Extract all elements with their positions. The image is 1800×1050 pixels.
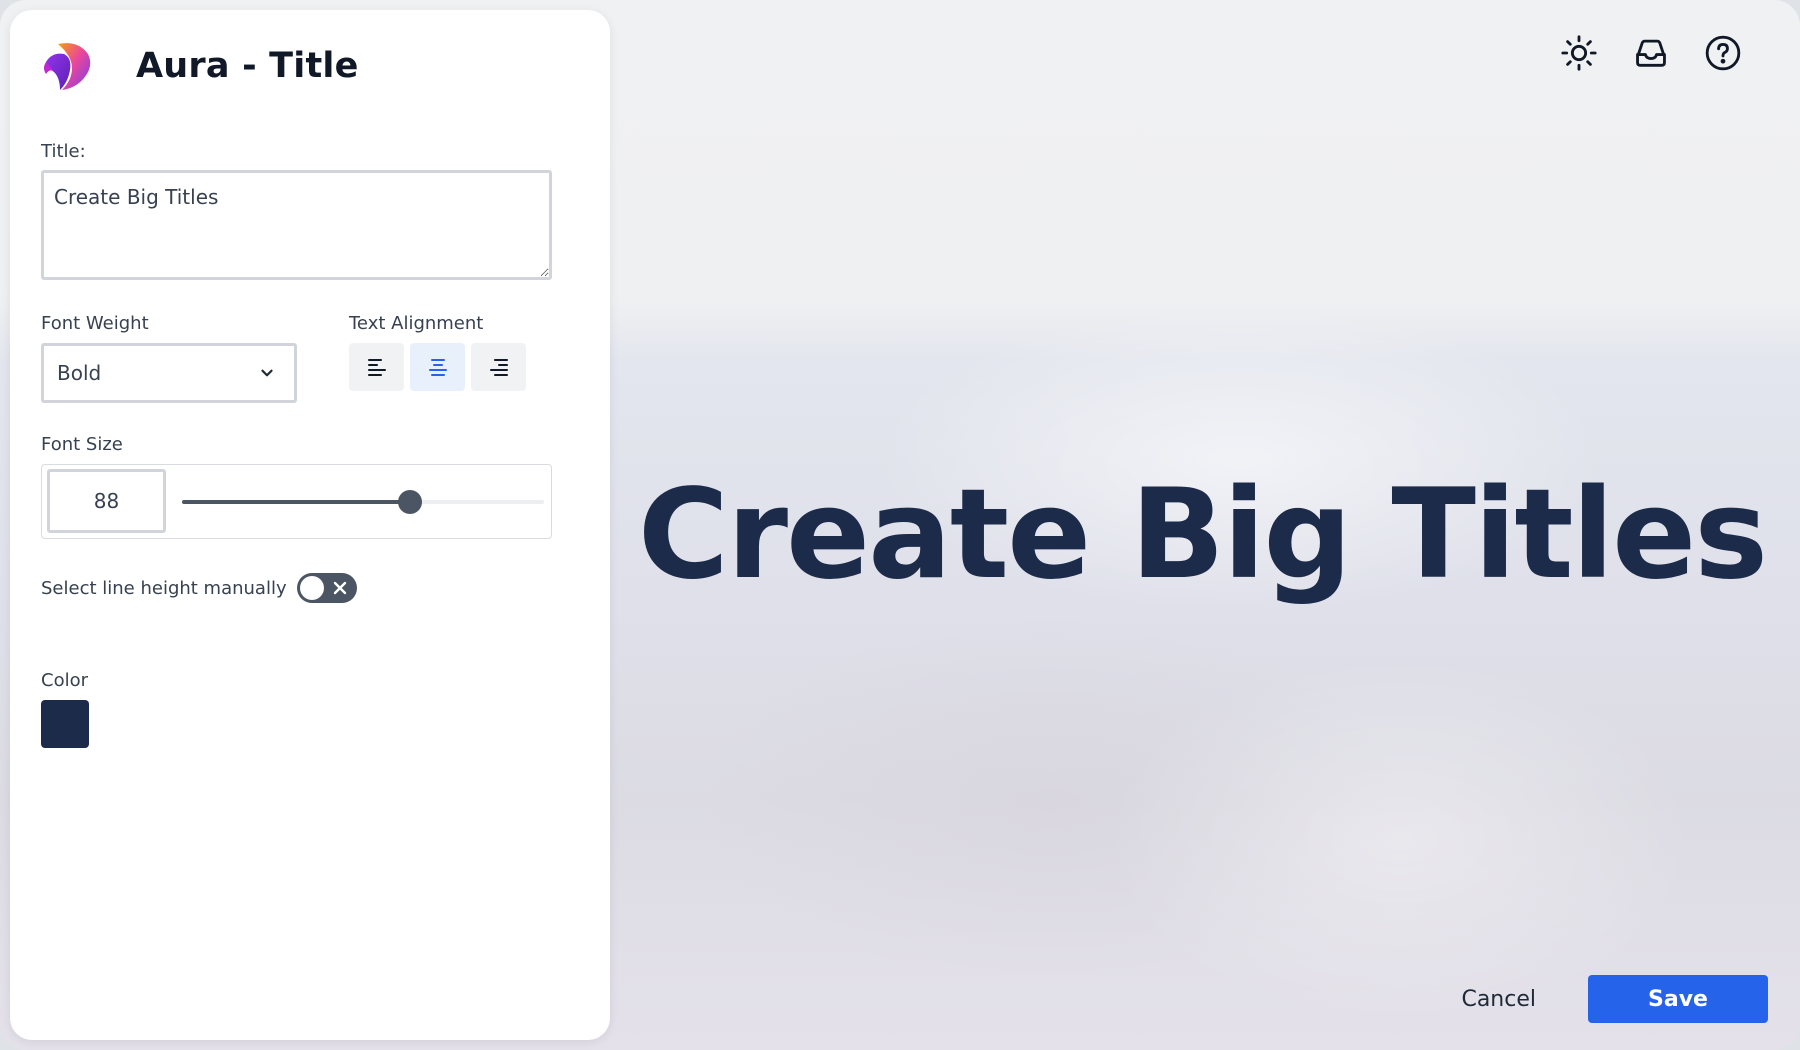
font-size-slider-fill [182,500,411,504]
panel-title: Aura - Title [136,46,359,86]
sun-icon [1561,35,1597,71]
font-weight-value: Bold [57,361,102,385]
app-window: Create Big Titles Cancel Save Aura - Tit… [0,0,1800,1050]
align-center-icon [428,359,447,376]
line-height-row: Select line height manually [41,573,357,603]
color-swatch[interactable] [41,700,89,748]
settings-panel: Aura - Title Title: Create Big Titles Fo… [10,10,610,1040]
inbox-button[interactable] [1628,30,1674,76]
help-circle-icon [1705,35,1741,71]
title-textarea[interactable]: Create Big Titles [41,170,552,280]
align-left-icon [367,359,386,376]
title-label: Title: [41,141,86,162]
cancel-button[interactable]: Cancel [1451,987,1546,1012]
font-size-label: Font Size [41,434,123,455]
footer-actions: Cancel Save [1451,975,1768,1023]
preview-title: Create Big Titles [637,463,1768,607]
font-weight-select[interactable]: Bold [41,343,297,403]
align-right-icon [489,359,508,376]
toggle-knob [299,576,324,600]
font-size-slider[interactable] [182,490,544,514]
save-button[interactable]: Save [1588,975,1768,1023]
panel-header: Aura - Title [38,38,359,94]
inbox-icon [1636,39,1666,67]
text-alignment-group [349,343,526,391]
help-button[interactable] [1700,30,1746,76]
line-height-label: Select line height manually [41,577,287,599]
top-toolbar [1556,30,1746,76]
align-center-button[interactable] [410,343,465,391]
color-label: Color [41,670,88,691]
theme-toggle-button[interactable] [1556,30,1602,76]
align-left-button[interactable] [349,343,404,391]
font-weight-label: Font Weight [41,313,149,334]
aura-logo-icon [44,43,91,90]
font-size-input[interactable]: 88 [47,469,166,533]
chevron-down-icon [261,369,273,377]
line-height-toggle[interactable] [296,573,357,603]
font-size-slider-thumb[interactable] [398,490,423,514]
close-icon [333,581,346,595]
font-size-control: 88 [41,464,552,539]
align-right-button[interactable] [471,343,526,391]
text-alignment-label: Text Alignment [349,313,484,334]
